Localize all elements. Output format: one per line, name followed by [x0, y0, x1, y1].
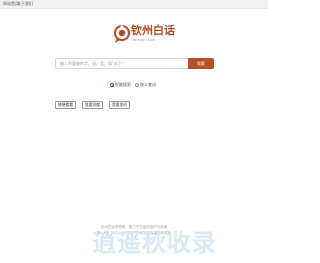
top-navigation: 网站首页 关于我们 [0, 0, 268, 9]
ask-question-button[interactable]: 我要发问 [109, 101, 130, 109]
search-mode-smart-label: 智能搜索 [115, 82, 131, 87]
search-mode-group: 智能搜索 按义查词 [0, 82, 268, 88]
radio-unselected-icon[interactable] [135, 83, 139, 87]
search-bar: 搜索 [55, 58, 214, 69]
nav-link-about[interactable]: 关于我们 [17, 1, 33, 7]
search-mode-meaning-label: 按义查词 [140, 82, 156, 87]
radio-selected-icon[interactable] [110, 83, 114, 87]
contribute-button[interactable]: 我要贡献 [82, 101, 103, 109]
search-button[interactable]: 搜索 [188, 58, 214, 69]
watermark: 逍遥秋收录 [90, 228, 245, 258]
search-input[interactable] [55, 58, 188, 69]
logo-title: 钦州白话 [131, 24, 175, 37]
site-logo[interactable]: 钦州白话 bunuan.com [113, 24, 175, 46]
random-browse-button[interactable]: 随便看看 [55, 101, 76, 109]
logo-domain: bunuan.com [133, 38, 156, 42]
logo-speech-bubble-icon [114, 25, 130, 43]
watermark-text: 逍遥秋收录 [92, 229, 217, 257]
